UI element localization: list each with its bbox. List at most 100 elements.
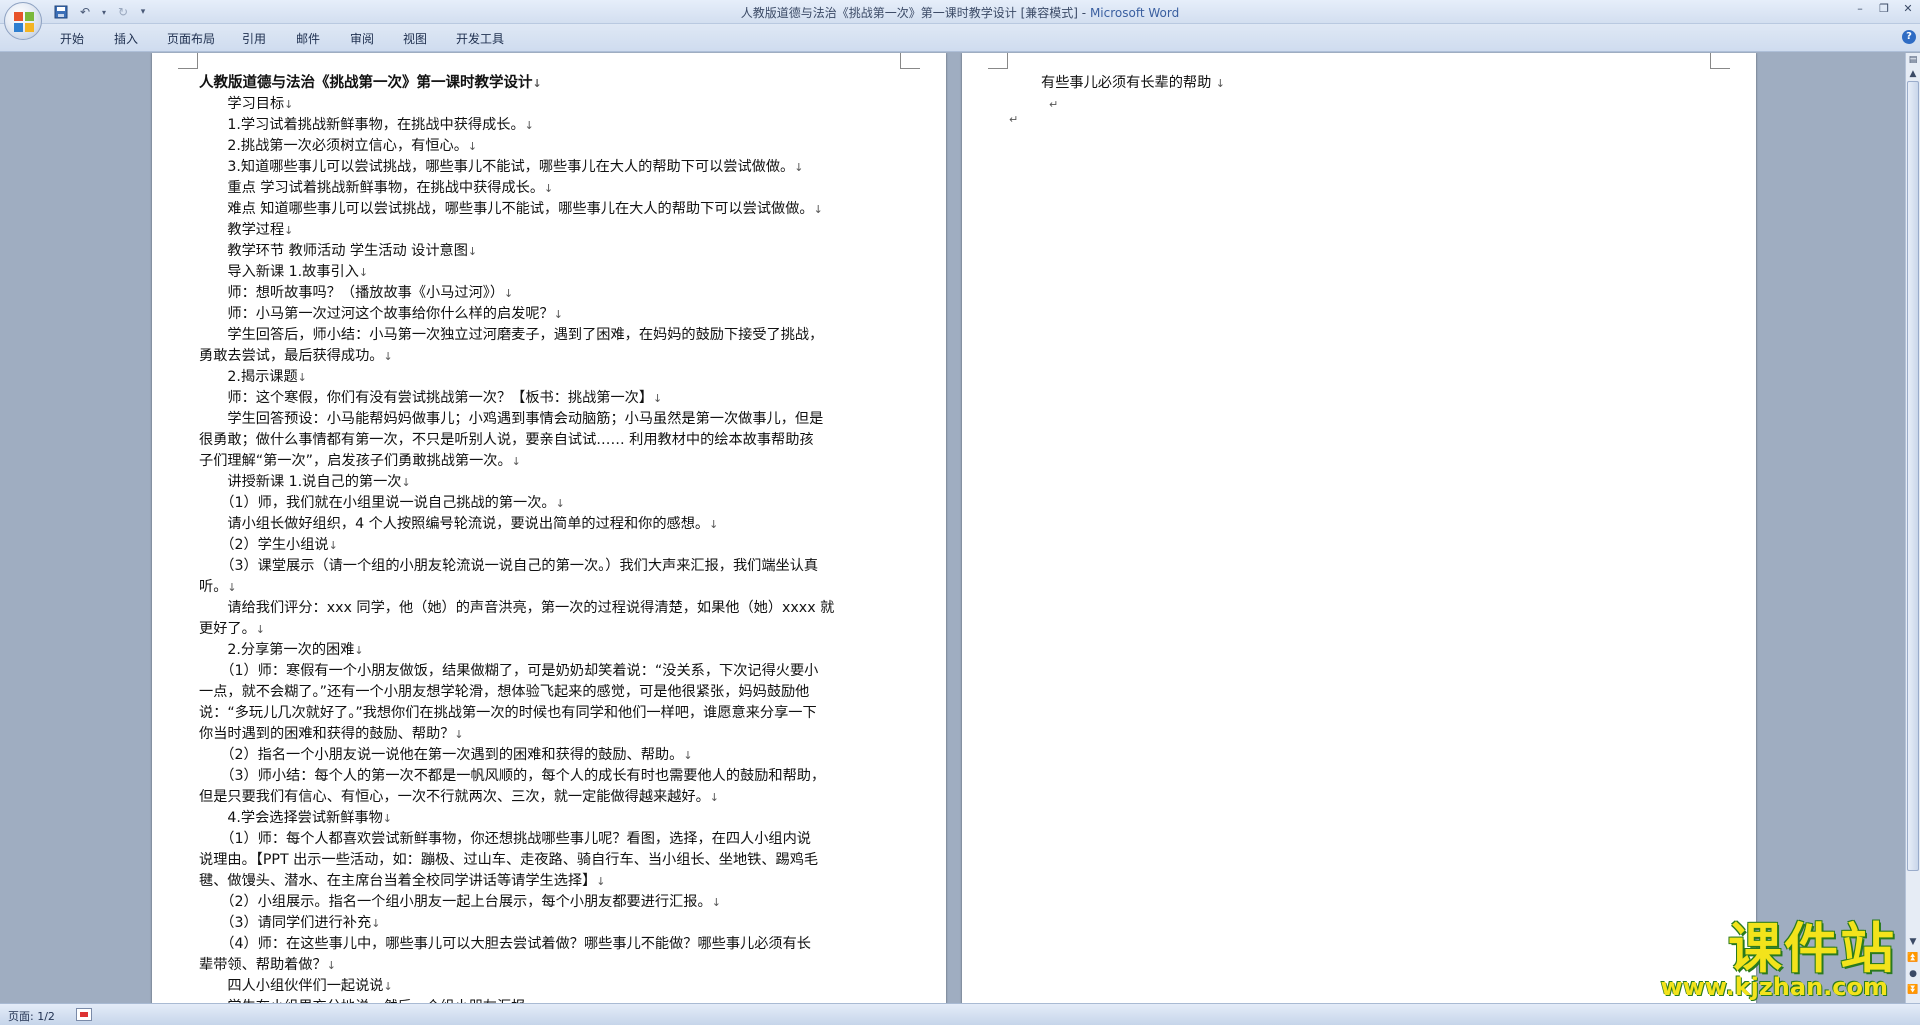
paragraph-mark: ↓	[813, 203, 823, 216]
previous-page-icon[interactable]: ⏫	[1906, 951, 1920, 965]
document-line: 重点 学习试着挑战新鲜事物，在挑战中获得成长。↓	[199, 178, 901, 199]
close-icon[interactable]: ✕	[1896, 0, 1920, 20]
line-text: 学习目标	[199, 96, 285, 112]
line-text: 听。	[199, 579, 228, 595]
line-text: 4.学会选择尝试新鲜事物	[199, 810, 383, 826]
document-line: 2.挑战第一次必须树立信心，有恒心。↓	[199, 136, 901, 157]
maximize-icon[interactable]: ❐	[1872, 0, 1896, 20]
title-bar: ↶ ▾ ↻ ▾ 人教版道德与法治《挑战第一次》第一课时教学设计 [兼容模式] -…	[0, 0, 1920, 24]
line-text: 一点，就不会糊了。”还有一个小朋友想学轮滑，想体验飞起来的感觉，可是他很紧张，妈…	[199, 684, 810, 700]
scrollbar-thumb[interactable]	[1907, 81, 1919, 871]
line-text: 子们理解“第一次”，启发孩子们勇敢挑战第一次。	[199, 453, 512, 469]
window-controls: – ❐ ✕	[1848, 0, 1920, 20]
document-line: 难点 知道哪些事儿可以尝试挑战，哪些事儿不能试，哪些事儿在大人的帮助下可以尝试做…	[199, 199, 901, 220]
document-line: 毽、做馒头、潜水、在主席台当着全校同学讲话等请学生选择】↓	[199, 871, 901, 892]
page-1-body[interactable]: 人教版道德与法治《挑战第一次》第一课时教学设计↓ 学习目标↓ 1.学习试着挑战新…	[199, 73, 901, 1003]
office-logo-icon	[14, 12, 34, 32]
paragraph: 有些事儿必须有长辈的帮助 ↓	[1041, 73, 1661, 94]
document-line: 四人小组伙伴们一起说说↓	[199, 976, 901, 997]
crop-mark	[988, 53, 1008, 69]
document-line: 说：“多玩儿几次就好了。”我想你们在挑战第一次的时候也有同学和他们一样吧，谁愿意…	[199, 703, 901, 724]
end-paragraph: ↵	[1009, 109, 1661, 130]
line-text: 很勇敢；做什么事情都有第一次，不只是听别人说，要亲自试试…… 利用教材中的绘本故…	[199, 432, 814, 448]
line-text: 师：小马第一次过河这个故事给你什么样的启发呢？	[199, 306, 554, 322]
line-text: （1）师：每个人都喜欢尝试新鲜事物，你还想挑战哪些事儿呢？看图，选择，在四人小组…	[199, 831, 811, 847]
line-text: 重点 学习试着挑战新鲜事物，在挑战中获得成长。	[199, 180, 545, 196]
document-line: 教学环节 教师活动 学生活动 设计意图↓	[199, 241, 901, 262]
window-title: 人教版道德与法治《挑战第一次》第一课时教学设计 [兼容模式] - Microso…	[0, 4, 1920, 21]
tab-mailings[interactable]: 邮件	[296, 30, 320, 47]
proofing-errors-icon[interactable]	[76, 1008, 92, 1021]
tab-view[interactable]: 视图	[403, 30, 427, 47]
document-line: 说理由。【PPT 出示一些活动，如：蹦极、过山车、走夜路、骑自行车、当小组长、坐…	[199, 850, 901, 871]
vertical-scrollbar[interactable]: ▤ ▲ ▼ ⏫ ● ⏬	[1905, 53, 1920, 1003]
document-line: 师：小马第一次过河这个故事给你什么样的启发呢？↓	[199, 304, 901, 325]
select-browse-object-icon[interactable]: ●	[1906, 967, 1920, 981]
document-line: 勇敢去尝试，最后获得成功。↓	[199, 346, 901, 367]
document-line: （3）师小结：每个人的第一次不都是一帆风顺的，每个人的成长有时也需要他人的鼓励和…	[199, 766, 901, 787]
paragraph-mark: ↓	[555, 497, 565, 510]
tab-insert[interactable]: 插入	[114, 30, 138, 47]
line-text: 2.揭示课题	[199, 369, 298, 385]
minimize-icon[interactable]: –	[1848, 0, 1872, 20]
tab-references[interactable]: 引用	[242, 30, 266, 47]
paragraph-mark: ↓	[255, 623, 265, 636]
paragraph-mark: ↓	[358, 266, 369, 279]
document-line: 辈带领、帮助着做？↓	[199, 955, 901, 976]
line-text: 3.知道哪些事儿可以尝试挑战，哪些事儿不能试，哪些事儿在大人的帮助下可以尝试做做…	[199, 159, 795, 175]
page-number-indicator[interactable]: 页面: 1/2	[8, 1008, 55, 1024]
ruler-toggle-icon[interactable]: ▤	[1906, 53, 1920, 67]
line-text: 学生回答预设：小马能帮妈妈做事儿；小鸡遇到事情会动脑筋；小马虽然是第一次做事儿，…	[199, 411, 824, 427]
line-text: （2）小组展示。指名一个组小朋友一起上台展示，每个小朋友都要进行汇报。	[199, 894, 712, 910]
line-text: 教学过程	[199, 222, 285, 238]
document-line: （3）课堂展示（请一个组的小朋友轮流说一说自己的第一次。）我们大声来汇报，我们端…	[199, 556, 901, 577]
title-separator: -	[1077, 6, 1090, 20]
line-text: 讲授新课 1.说自己的第一次	[199, 474, 402, 490]
paragraph-mark: ↓	[284, 98, 294, 111]
paragraph-mark: ↓	[371, 917, 381, 930]
scroll-up-icon[interactable]: ▲	[1906, 67, 1920, 81]
document-line: （4）师：在这些事儿中，哪些事儿可以大胆去尝试着做？哪些事儿不能做？哪些事儿必须…	[199, 934, 901, 955]
paragraph-mark: ↓	[709, 518, 719, 531]
help-icon[interactable]: ?	[1902, 30, 1916, 44]
line-text: 勇敢去尝试，最后获得成功。	[199, 348, 384, 364]
office-button[interactable]	[4, 2, 42, 40]
page-2-body[interactable]: 有些事儿必须有长辈的帮助 ↓ ↵ ↵	[1009, 73, 1661, 130]
document-line: 师：想听故事吗？（播放故事《小马过河》）↓	[199, 283, 901, 304]
page-1: 人教版道德与法治《挑战第一次》第一课时教学设计↓ 学习目标↓ 1.学习试着挑战新…	[152, 53, 946, 1003]
paragraph-mark: ↓	[711, 896, 721, 909]
paragraph-mark: ↓	[284, 224, 294, 237]
tab-home[interactable]: 开始	[60, 30, 84, 47]
tab-developer[interactable]: 开发工具	[456, 30, 504, 47]
status-bar: 页面: 1/2	[0, 1003, 1920, 1025]
document-area: 人教版道德与法治《挑战第一次》第一课时教学设计↓ 学习目标↓ 1.学习试着挑战新…	[0, 53, 1905, 1003]
line-text: 请小组长做好组织，4 个人按照编号轮流说，要说出简单的过程和你的感想。	[199, 516, 710, 532]
crop-mark	[1710, 53, 1730, 69]
tab-page-layout[interactable]: 页面布局	[167, 30, 215, 47]
tab-review[interactable]: 审阅	[350, 30, 374, 47]
document-line: 子们理解“第一次”，启发孩子们勇敢挑战第一次。↓	[199, 451, 901, 472]
next-page-icon[interactable]: ⏬	[1906, 983, 1920, 997]
document-line: 导入新课 1.故事引入↓	[199, 262, 901, 283]
document-line: 1.学习试着挑战新鲜事物，在挑战中获得成长。↓	[199, 115, 901, 136]
line-text: 人教版道德与法治《挑战第一次》第一课时教学设计	[199, 75, 533, 91]
document-line: 讲授新课 1.说自己的第一次↓	[199, 472, 901, 493]
paragraph-mark: ↓	[467, 245, 478, 258]
crop-mark	[900, 53, 920, 69]
document-line: 请小组长做好组织，4 个人按照编号轮流说，要说出简单的过程和你的感想。↓	[199, 514, 901, 535]
line-text: （3）请同学们进行补充	[199, 915, 372, 931]
paragraph-mark: ↓	[354, 644, 364, 657]
document-line: （2）小组展示。指名一个组小朋友一起上台展示，每个小朋友都要进行汇报。↓	[199, 892, 901, 913]
document-line: （3）请同学们进行补充↓	[199, 913, 901, 934]
line-text: 毽、做馒头、潜水、在主席台当着全校同学讲话等请学生选择】	[199, 873, 597, 889]
line-text: 教学环节 教师活动 学生活动 设计意图	[199, 243, 468, 259]
paragraph-mark: ↓	[511, 455, 521, 468]
line-text: 但是只要我们有信心、有恒心，一次不行就两次、三次，就一定能做得越来越好。	[199, 789, 710, 805]
watermark-main-text: 课件站	[1728, 917, 1896, 980]
document-line: 你当时遇到的困难和获得的鼓励、帮助？↓	[199, 724, 901, 745]
document-line: 学生回答后，师小结：小马第一次独立过河磨麦子，遇到了困难，在妈妈的鼓励下接受了挑…	[199, 325, 901, 346]
line-text: 1.学习试着挑战新鲜事物，在挑战中获得成长。	[199, 117, 525, 133]
scroll-down-icon[interactable]: ▼	[1906, 935, 1920, 949]
paragraph-mark: ↓	[532, 77, 542, 90]
line-text: 2.挑战第一次必须树立信心，有恒心。	[199, 138, 468, 154]
